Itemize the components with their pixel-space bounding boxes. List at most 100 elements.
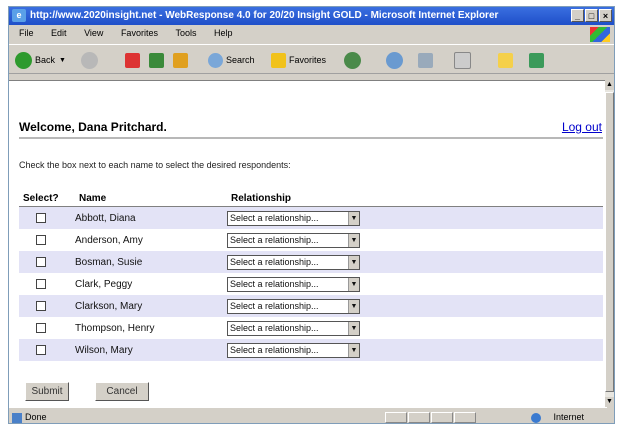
edit-button[interactable]: [498, 51, 513, 69]
menu-file[interactable]: File: [19, 28, 34, 38]
divider: [19, 137, 603, 139]
cancel-button[interactable]: Cancel: [95, 382, 149, 401]
instruction-text: Check the box next to each name to selec…: [19, 160, 291, 170]
menu-edit[interactable]: Edit: [51, 28, 67, 38]
favorites-button[interactable]: Favorites: [271, 51, 326, 69]
security-zone: Internet: [553, 412, 584, 422]
scroll-thumb[interactable]: [605, 92, 614, 392]
print-icon: [454, 51, 471, 69]
status-bar: Done Internet: [9, 411, 614, 423]
select-checkbox[interactable]: [36, 278, 46, 289]
table-row: Thompson, Henry Select a relationship...…: [19, 317, 603, 339]
respondent-name: Anderson, Amy: [75, 234, 143, 246]
history-button[interactable]: [386, 51, 403, 69]
star-icon: [271, 52, 286, 68]
refresh-button[interactable]: [149, 51, 164, 69]
chevron-down-icon: ▼: [348, 277, 359, 291]
respondent-name: Wilson, Mary: [75, 344, 133, 356]
status-segment: [431, 412, 453, 423]
windows-logo-icon: [590, 27, 610, 42]
refresh-icon: [149, 52, 164, 68]
select-checkbox[interactable]: [36, 256, 46, 267]
search-icon: [208, 52, 223, 68]
status-segment: [454, 412, 476, 423]
relationship-select-value: Select a relationship...: [230, 257, 319, 267]
chevron-down-icon: ▼: [348, 233, 359, 247]
respondent-name: Bosman, Susie: [75, 256, 143, 268]
relationship-select-value: Select a relationship...: [230, 279, 319, 289]
favorites-label: Favorites: [289, 55, 327, 65]
page-content: Welcome, Dana Pritchard. Log out Check t…: [9, 80, 607, 408]
relationship-select[interactable]: Select a relationship... ▼: [227, 320, 360, 336]
media-button[interactable]: [344, 51, 361, 69]
relationship-select[interactable]: Select a relationship... ▼: [227, 342, 360, 358]
media-icon: [344, 51, 361, 69]
history-icon: [386, 51, 403, 69]
respondent-name: Thompson, Henry: [75, 322, 155, 334]
relationship-select[interactable]: Select a relationship... ▼: [227, 210, 360, 226]
table-row: Clark, Peggy Select a relationship... ▼: [19, 273, 603, 295]
stop-icon: [125, 52, 140, 68]
table-row: Clarkson, Mary Select a relationship... ▼: [19, 295, 603, 317]
respondent-name: Abbott, Diana: [75, 212, 136, 224]
chevron-down-icon: ▼: [348, 299, 359, 313]
select-checkbox[interactable]: [36, 212, 46, 223]
select-checkbox[interactable]: [36, 344, 46, 355]
menu-tools[interactable]: Tools: [175, 28, 196, 38]
column-header-name: Name: [75, 191, 227, 207]
submit-button[interactable]: Submit: [25, 382, 69, 401]
select-checkbox[interactable]: [36, 234, 46, 245]
table-row: Wilson, Mary Select a relationship... ▼: [19, 339, 603, 361]
relationship-select[interactable]: Select a relationship... ▼: [227, 276, 360, 292]
maximize-button[interactable]: □: [585, 9, 598, 22]
relationship-select-value: Select a relationship...: [230, 345, 319, 355]
chevron-down-icon: ▼: [348, 321, 359, 335]
chevron-down-icon: ▼: [348, 255, 359, 269]
respondent-name: Clarkson, Mary: [75, 300, 143, 312]
relationship-select-value: Select a relationship...: [230, 213, 319, 223]
menu-bar: File Edit View Favorites Tools Help: [9, 25, 614, 42]
globe-icon: [531, 413, 541, 423]
back-arrow-icon: [15, 51, 32, 69]
menu-favorites[interactable]: Favorites: [121, 28, 158, 38]
forward-button[interactable]: [81, 51, 98, 69]
print-button[interactable]: [454, 51, 471, 69]
table-row: Anderson, Amy Select a relationship... ▼: [19, 229, 603, 251]
select-checkbox[interactable]: [36, 322, 46, 333]
menu-view[interactable]: View: [84, 28, 103, 38]
vertical-scrollbar[interactable]: ▲ ▼: [605, 80, 614, 407]
status-segment: [385, 412, 407, 423]
chevron-down-icon: ▼: [348, 211, 359, 225]
relationship-select[interactable]: Select a relationship... ▼: [227, 298, 360, 314]
status-segment: [408, 412, 430, 423]
toolbar: Back ▼ Search Favorites: [9, 44, 614, 74]
scroll-down-icon[interactable]: ▼: [605, 397, 614, 407]
relationship-select[interactable]: Select a relationship... ▼: [227, 254, 360, 270]
select-checkbox[interactable]: [36, 300, 46, 311]
back-button[interactable]: Back ▼: [15, 51, 66, 69]
messenger-button[interactable]: [529, 51, 544, 69]
scroll-up-icon[interactable]: ▲: [605, 80, 614, 90]
respondent-name: Clark, Peggy: [75, 278, 133, 290]
respondent-table: Select? Name Relationship Abbott, Diana …: [19, 191, 603, 361]
page-icon: [12, 413, 22, 423]
relationship-select-value: Select a relationship...: [230, 235, 319, 245]
search-button[interactable]: Search: [208, 51, 255, 69]
logout-link[interactable]: Log out: [562, 120, 602, 134]
relationship-select-value: Select a relationship...: [230, 323, 319, 333]
mail-button[interactable]: [418, 51, 433, 69]
forward-arrow-icon: [81, 51, 98, 69]
menu-help[interactable]: Help: [214, 28, 233, 38]
stop-button[interactable]: [125, 51, 140, 69]
search-label: Search: [226, 55, 255, 65]
ie-icon: e: [12, 9, 26, 22]
home-icon: [173, 52, 188, 68]
relationship-select[interactable]: Select a relationship... ▼: [227, 232, 360, 248]
close-button[interactable]: ×: [599, 9, 612, 22]
messenger-icon: [529, 52, 544, 68]
browser-window: e http://www.2020insight.net - WebRespon…: [8, 6, 615, 424]
table-row: Abbott, Diana Select a relationship... ▼: [19, 206, 603, 229]
home-button[interactable]: [173, 51, 188, 69]
back-label: Back: [35, 55, 56, 65]
minimize-button[interactable]: _: [571, 9, 584, 22]
